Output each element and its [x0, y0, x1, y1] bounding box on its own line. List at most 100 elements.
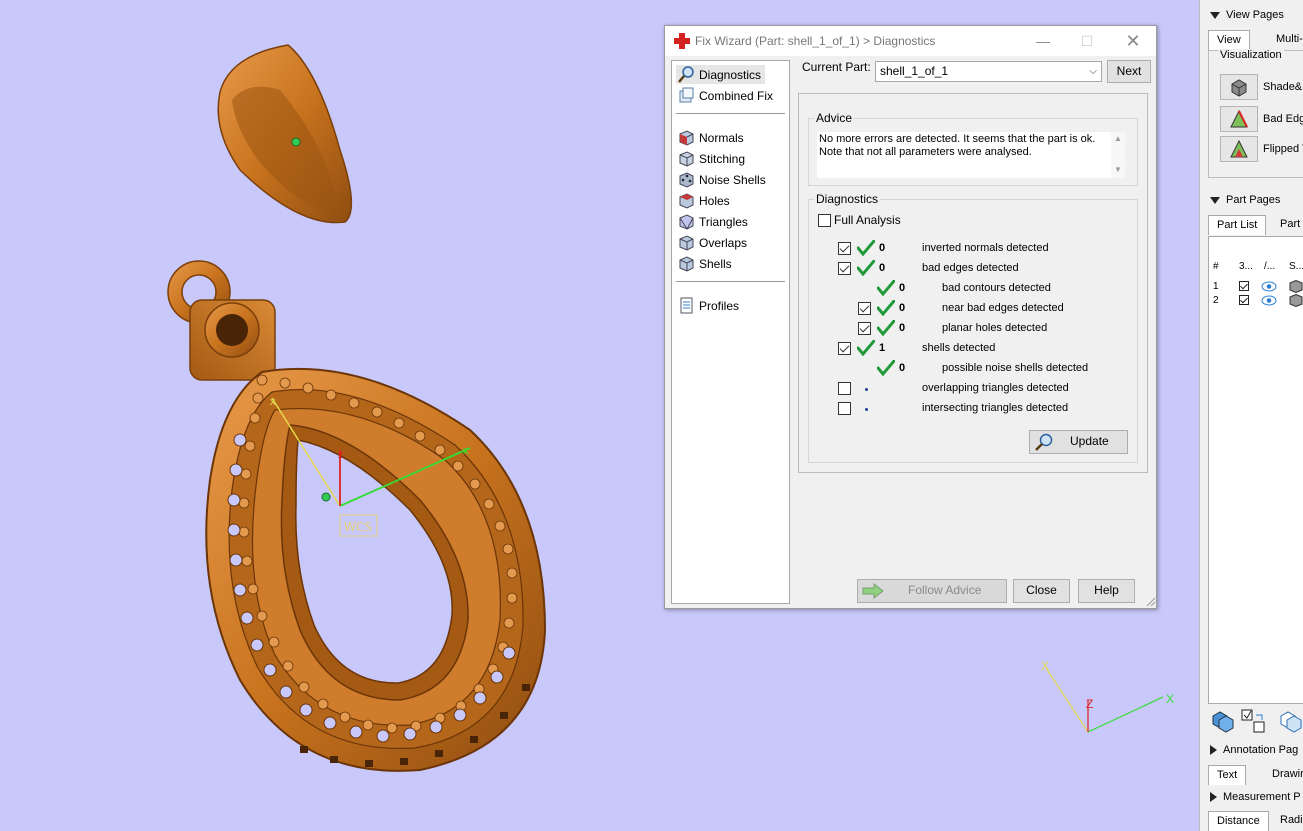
nav-divider: [676, 281, 785, 282]
eye-icon[interactable]: [1261, 295, 1277, 306]
advice-scrollbar[interactable]: ▲ ▼: [1111, 132, 1125, 178]
full-analysis-label: Full Analysis: [834, 213, 901, 227]
close-window-icon[interactable]: ✕: [1122, 30, 1144, 52]
tab-text[interactable]: Text: [1208, 765, 1247, 785]
current-part-label: Current Part:: [802, 60, 871, 74]
part-pages-header[interactable]: Part Pages: [1210, 194, 1280, 206]
follow-advice-button[interactable]: Follow Advice: [857, 579, 1007, 603]
diagnostic-text: near bad edges detected: [942, 302, 1064, 314]
diagnostic-checkbox[interactable]: [838, 342, 851, 355]
column-header[interactable]: 3...: [1239, 261, 1253, 272]
eye-icon[interactable]: [1261, 281, 1277, 292]
diagnostic-count: 0: [899, 302, 906, 314]
nav-label: Normals: [699, 130, 744, 145]
view-pages-header[interactable]: View Pages: [1210, 9, 1284, 21]
tab-view[interactable]: View: [1208, 30, 1250, 50]
bail-model: [217, 44, 353, 224]
not-analysed-dot-icon: [865, 388, 868, 391]
checkmark-icon: [877, 320, 895, 336]
svg-text:x: x: [463, 445, 469, 457]
tab-multi[interactable]: Multi-: [1268, 30, 1303, 50]
nav-label: Noise Shells: [699, 172, 766, 187]
nav-item-overlaps[interactable]: Overlaps: [676, 233, 751, 252]
advice-line: Note that not all parameters were analys…: [819, 146, 1032, 158]
help-button[interactable]: Help: [1078, 579, 1135, 603]
normals-cube-icon: [679, 130, 694, 146]
nav-label: Combined Fix: [699, 88, 774, 103]
update-button[interactable]: Update: [1029, 430, 1128, 454]
nav-label: Overlaps: [699, 235, 748, 250]
nav-label: Holes: [699, 193, 730, 208]
part-pages-title: Part Pages: [1226, 194, 1281, 206]
diagnostic-text: bad contours detected: [942, 282, 1051, 294]
pendant-model: [205, 367, 547, 772]
diagnostic-text: bad edges detected: [922, 262, 1019, 274]
triangles-cube-icon: [679, 214, 694, 230]
profiles-document-icon: [680, 297, 693, 314]
nav-item-triangles[interactable]: Triangles: [676, 212, 752, 231]
select-parts-icon[interactable]: [1240, 708, 1266, 734]
nav-item-combined-fix[interactable]: Combined Fix: [676, 86, 777, 105]
part-checkbox[interactable]: [1239, 295, 1249, 305]
red-cross-icon: [674, 33, 690, 49]
parts-group-icon[interactable]: [1278, 708, 1303, 734]
column-header[interactable]: #: [1213, 261, 1219, 272]
parts-stack-icon[interactable]: [1210, 708, 1236, 734]
flipped-triangles-icon: [1230, 140, 1248, 158]
tab-part[interactable]: Part: [1272, 215, 1303, 235]
current-part-select[interactable]: shell_1_of_1 ⌵: [875, 61, 1102, 82]
flipped-triangles-button[interactable]: [1220, 136, 1258, 162]
bad-edges-button[interactable]: [1220, 106, 1258, 132]
diagnostic-text: shells detected: [922, 342, 996, 354]
column-header[interactable]: S...: [1289, 261, 1303, 272]
annotation-title: Annotation Pag: [1223, 744, 1299, 756]
nav-item-holes[interactable]: Holes: [676, 191, 734, 210]
tab-radius[interactable]: Radi: [1272, 811, 1303, 831]
diagnostic-checkbox[interactable]: [858, 302, 871, 315]
minimize-icon[interactable]: —: [1032, 30, 1054, 52]
follow-advice-label: Follow Advice: [908, 583, 982, 597]
dialog-titlebar[interactable]: Fix Wizard (Part: shell_1_of_1) > Diagno…: [665, 26, 1156, 56]
diagnostic-checkbox[interactable]: [858, 322, 871, 335]
diagnostic-text: intersecting triangles detected: [922, 402, 1069, 414]
diagnostics-title: Diagnostics: [814, 192, 881, 206]
nav-item-noise-shells[interactable]: Noise Shells: [676, 170, 770, 189]
column-header[interactable]: /...: [1264, 261, 1275, 272]
scroll-up-icon[interactable]: ▲: [1111, 134, 1125, 143]
vis-label: Shade&: [1263, 81, 1303, 93]
nav-label: Stitching: [699, 151, 746, 166]
diagnostic-checkbox[interactable]: [838, 262, 851, 275]
wizard-nav: Diagnostics Combined Fix Normals Stitchi…: [671, 60, 790, 604]
checkmark-icon: [877, 360, 895, 376]
svg-text:x: x: [270, 396, 276, 408]
right-panel: View Pages View Multi- Visualization Sha…: [1199, 0, 1303, 831]
shade-button[interactable]: [1220, 74, 1258, 100]
part-checkbox[interactable]: [1239, 281, 1249, 291]
annotation-pages-header[interactable]: Annotation Pag: [1210, 744, 1298, 756]
tab-part-list[interactable]: Part List: [1208, 215, 1267, 235]
diagnostic-checkbox[interactable]: [838, 382, 851, 395]
tab-drawing[interactable]: Drawin: [1264, 765, 1303, 785]
vis-label: Flipped T: [1263, 143, 1303, 155]
measurement-pages-header[interactable]: Measurement P: [1210, 791, 1301, 803]
next-button[interactable]: Next: [1107, 60, 1151, 83]
nav-item-normals[interactable]: Normals: [676, 128, 748, 147]
diagnostic-count: 0: [899, 362, 906, 374]
expand-icon: [1210, 792, 1217, 802]
diagnostic-checkbox[interactable]: [838, 242, 851, 255]
nav-item-stitching[interactable]: Stitching: [676, 149, 749, 168]
resize-grip-icon[interactable]: [1146, 597, 1156, 607]
tab-distance[interactable]: Distance: [1208, 811, 1269, 831]
diagnostic-checkbox[interactable]: [838, 402, 851, 415]
nav-item-profiles[interactable]: Profiles: [676, 296, 743, 315]
nav-item-shells[interactable]: Shells: [676, 254, 736, 273]
expand-icon: [1210, 745, 1217, 755]
scroll-down-icon[interactable]: ▼: [1111, 165, 1125, 174]
maximize-icon[interactable]: ☐: [1076, 30, 1098, 52]
nav-item-diagnostics[interactable]: Diagnostics: [676, 65, 766, 84]
nav-label: Diagnostics: [699, 67, 762, 82]
full-analysis-checkbox[interactable]: [818, 214, 831, 227]
view-pages-title: View Pages: [1226, 9, 1284, 21]
diagnostic-count: 0: [879, 262, 886, 274]
close-button[interactable]: Close: [1013, 579, 1070, 603]
